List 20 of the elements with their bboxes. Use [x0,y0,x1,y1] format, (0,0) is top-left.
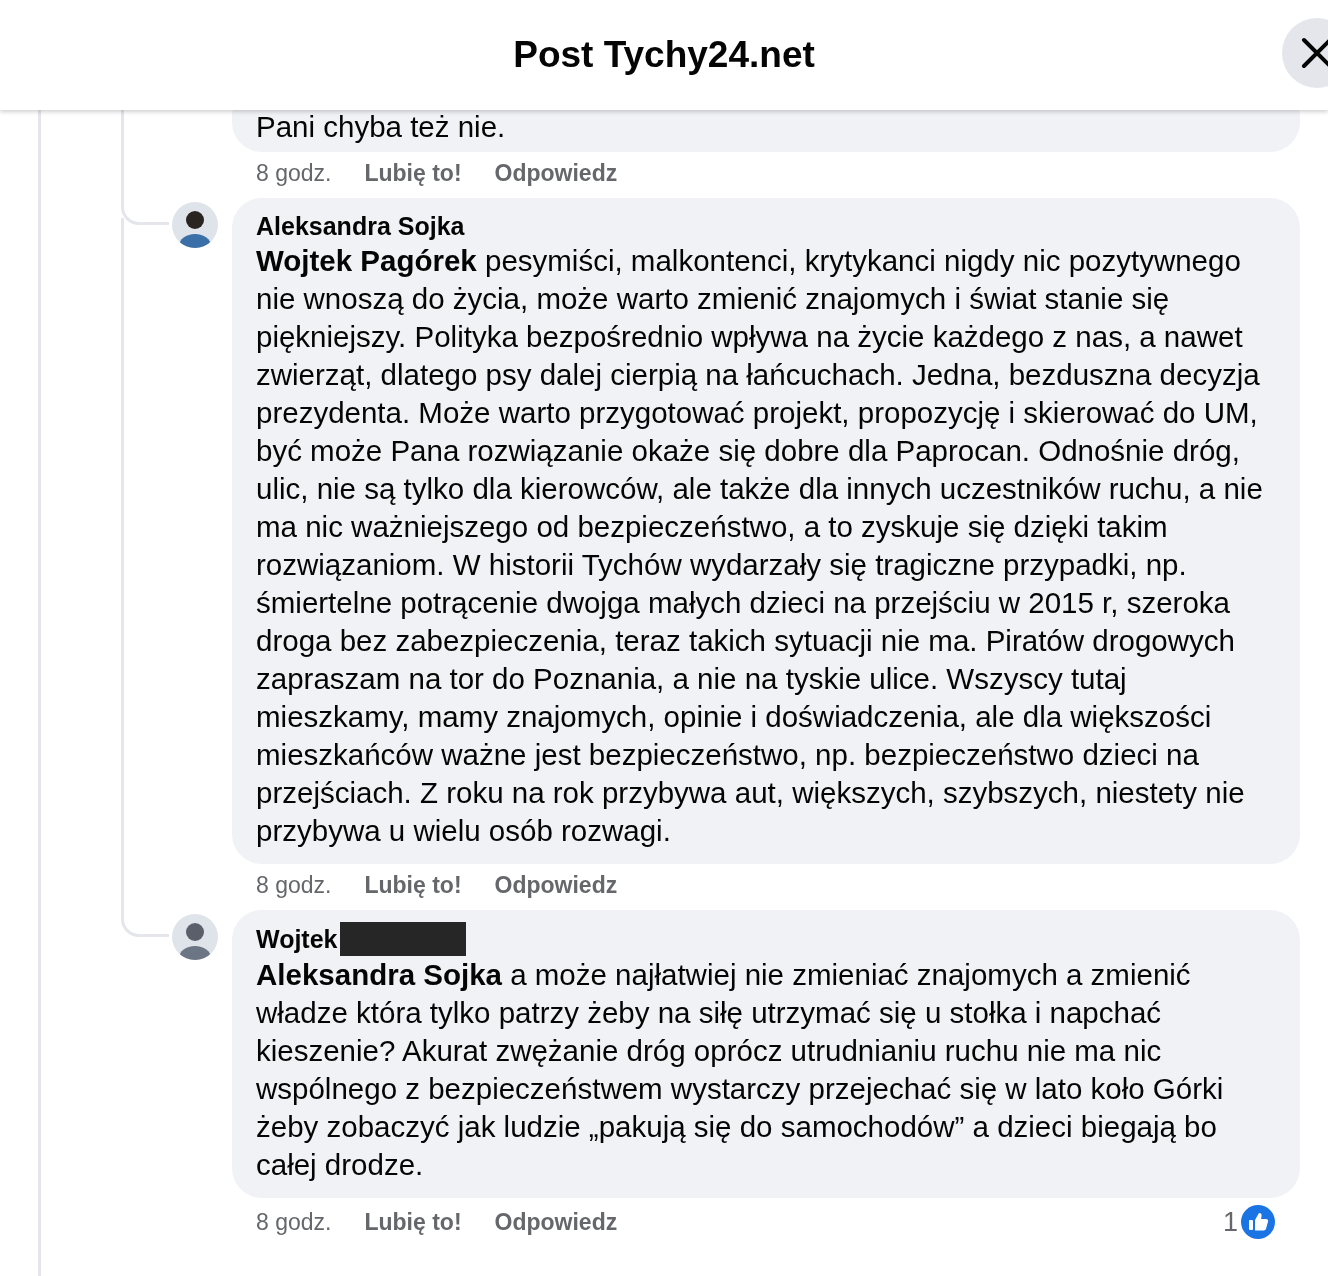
author-name[interactable]: Aleksandra Sojka [256,210,465,242]
comment-time[interactable]: 8 godz. [256,158,332,188]
avatar-icon[interactable] [172,202,218,248]
like-link[interactable]: Lubię to! [364,870,462,900]
close-icon [1300,36,1328,70]
reply-link[interactable]: Odpowiedz [494,1207,618,1237]
author-name[interactable]: Wojtek [256,923,338,955]
reply-link[interactable]: Odpowiedz [494,158,618,188]
reply-link[interactable]: Odpowiedz [494,870,618,900]
comment-text: Pani chyba też nie. [256,110,507,145]
comment-time[interactable]: 8 godz. [256,1207,332,1237]
comment-text: Wojtek Pagórek pesymiści, malkontenci, krytykanci nigdy nic pozytywnego nie wnoszą do życia, może warto zmienić znajomych i świat stanie się piękniejszy. Polityka bezpośrednio wpływa na życie każdego z nas, a nawet zwierząt, dlatego psy dalej cierpią na łańcuchach. Jedna, bezduszna decyzja prezydenta. Może warto przygotować projekt, propozycję i skierować do UM, być może Pana rozwiązanie okaże się dobre dla Paprocan. Odnośnie dróg, ulic, nie są tylko dla kierowców, ale także dla innych uczestników ruchu, a nie ma nic ważniejszego od bezpieczeństwo, a to zyskuje się dzięki takim rozwiązaniom. W historii Tychów wydarzały się tragiczne przypadki, np. śmiertelne potrącenie dwojga małych dzieci na przejściu w 2015 r, szeroka droga bez zabezpieczenia, teraz takich sytuacji nie ma. Piratów drogowych zapraszam na tor do Poznania, a nie na tyskie ulice. Wszyscy tutaj mieszkamy, mamy znajomych, opinie i doświadczenia, ale dla większości mieszkańców ważne jest bezpieczeństwo, np. bezpieczeństwo dzieci na przejściach. Z roku na rok przybywa aut, większych, szybszych, niestety nie przybywa u wielu osób rozwagi. [256,243,1264,849]
like-icon [1240,1204,1276,1240]
reaction-count[interactable]: 1 [1222,1207,1238,1237]
post-title: Post Tychy24.net [513,33,815,78]
like-link[interactable]: Lubię to! [364,1207,462,1237]
comment-time[interactable]: 8 godz. [256,870,332,900]
avatar-icon[interactable] [172,914,218,960]
like-link[interactable]: Lubię to! [364,158,462,188]
comment-text: Aleksandra Sojka a może najłatwiej nie zmieniać znajomych a zmienić władze która tylko patrzy żeby na siłę utrzymać się u stołka i napchać kieszenie? Akurat zwężanie dróg oprócz utrudnianiu ruchu nie ma nic wspólnego z bezpieczeństwem wystarczy przejechać się w lato koło Górki żeby zobaczyć jak ludzie „pakują się do samochodów” a dzieci biegają bo całej drodze. [256,957,1225,1183]
